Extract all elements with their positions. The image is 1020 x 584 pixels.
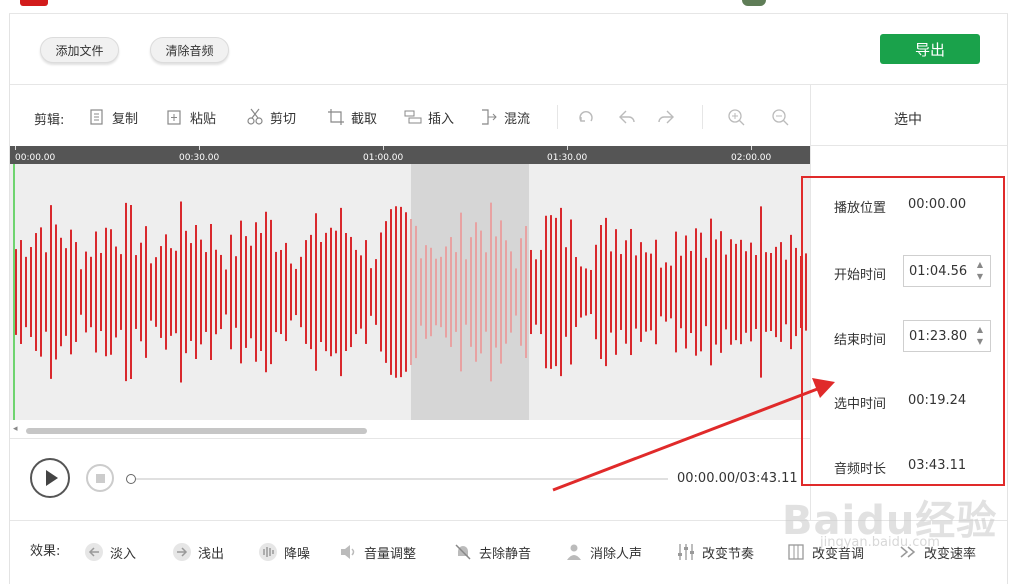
side-panel-title: 选中 [894, 112, 922, 128]
toolbar-separator [557, 105, 558, 129]
mix-label: 混流 [504, 111, 531, 127]
edit-label: 剪辑: [34, 113, 65, 128]
volume-label: 音量调整 [364, 546, 417, 562]
insert-icon [404, 108, 422, 126]
fade-in-button[interactable]: 淡入 [84, 540, 136, 564]
cut-label: 剪切 [270, 111, 297, 127]
volume-icon [338, 542, 358, 562]
denoise-label: 降噪 [284, 546, 311, 562]
paste-button[interactable]: 粘贴 [166, 103, 216, 131]
timeline-tick: 00:00.00 [15, 153, 56, 163]
tick-mark [15, 146, 16, 150]
refresh-button[interactable] [577, 103, 601, 131]
waveform-area[interactable] [10, 164, 810, 420]
tick-mark [567, 146, 568, 150]
mix-button[interactable]: 混流 [480, 103, 530, 131]
copy-icon [88, 108, 106, 126]
add-file-button[interactable]: 添加文件 [40, 37, 119, 63]
stop-button[interactable] [86, 464, 114, 492]
crop-label: 截取 [351, 111, 378, 127]
cut-button[interactable]: 剪切 [246, 103, 296, 131]
refresh-icon [577, 108, 595, 126]
playhead[interactable] [13, 164, 15, 420]
export-button[interactable]: 导出 [880, 34, 980, 64]
play-button[interactable] [30, 458, 70, 498]
voice-remove-icon [564, 542, 584, 562]
redo-icon [657, 108, 675, 126]
stop-icon [96, 474, 105, 483]
denoise-icon [258, 542, 278, 562]
waveform [15, 201, 807, 383]
fade-in-label: 淡入 [110, 546, 137, 562]
fade-out-label: 浅出 [198, 546, 225, 562]
mute-remove-icon [453, 542, 473, 562]
paste-icon [166, 108, 184, 126]
waveform-scrollbar[interactable]: ◂ [10, 423, 810, 437]
time-display: 00:00.00/03:43.11 [677, 471, 798, 486]
copy-label: 复制 [112, 111, 139, 127]
timeline-tick: 01:00.00 [363, 153, 404, 163]
zoom-out-icon [771, 108, 789, 126]
zoom-in-icon [727, 108, 745, 126]
highlight-box [801, 176, 1005, 486]
divider [811, 145, 1007, 146]
timeline-tick: 01:30.00 [547, 153, 588, 163]
toolbar-separator [702, 105, 703, 129]
clear-audio-button[interactable]: 清除音频 [150, 37, 229, 63]
fade-out-icon [172, 542, 192, 562]
insert-button[interactable]: 插入 [404, 103, 454, 131]
progress-track[interactable] [136, 478, 668, 480]
remove-silence-label: 去除静音 [479, 546, 532, 562]
remove-voice-label: 消除人声 [590, 546, 643, 562]
avatar[interactable] [742, 0, 766, 6]
remove-voice-button[interactable]: 消除人声 [564, 540, 642, 564]
fade-out-button[interactable]: 浅出 [172, 540, 224, 564]
timeline-ruler[interactable]: 00:00.00 00:30.00 01:00.00 01:30.00 02:0… [10, 146, 810, 164]
tempo-label: 改变节奏 [702, 546, 755, 562]
tick-mark [199, 146, 200, 150]
divider [10, 438, 810, 439]
fade-in-icon [84, 542, 104, 562]
crop-icon [327, 108, 345, 126]
mix-icon [480, 108, 498, 126]
remove-silence-button[interactable]: 去除静音 [453, 540, 531, 564]
timeline-tick: 02:00.00 [731, 153, 772, 163]
effects-label: 效果: [30, 544, 61, 559]
tempo-button[interactable]: 改变节奏 [676, 540, 754, 564]
app-logo-icon [20, 0, 48, 6]
zoom-in-button[interactable] [727, 103, 751, 131]
tempo-icon [676, 542, 696, 562]
zoom-out-button[interactable] [771, 103, 795, 131]
undo-icon [618, 108, 636, 126]
insert-label: 插入 [428, 111, 455, 127]
crop-button[interactable]: 截取 [327, 103, 377, 131]
progress-handle[interactable] [126, 474, 136, 484]
tick-mark [383, 146, 384, 150]
denoise-button[interactable]: 降噪 [258, 540, 310, 564]
copy-button[interactable]: 复制 [88, 103, 138, 131]
scrollbar-thumb[interactable] [26, 428, 367, 434]
timeline-tick: 00:30.00 [179, 153, 220, 163]
volume-button[interactable]: 音量调整 [338, 540, 416, 564]
scissors-icon [246, 108, 264, 126]
watermark-sub: jingyan.baidu.com [820, 535, 940, 550]
paste-label: 粘贴 [190, 111, 217, 127]
undo-button[interactable] [618, 103, 642, 131]
tick-mark [751, 146, 752, 150]
scroll-left-icon[interactable]: ◂ [13, 424, 18, 434]
play-icon [46, 470, 58, 486]
title-bar [9, 0, 1008, 14]
edit-toolbar: 剪辑: 复制 粘贴 剪切 截取 插入 混流 [34, 103, 804, 131]
redo-button[interactable] [657, 103, 681, 131]
divider [10, 84, 1007, 85]
